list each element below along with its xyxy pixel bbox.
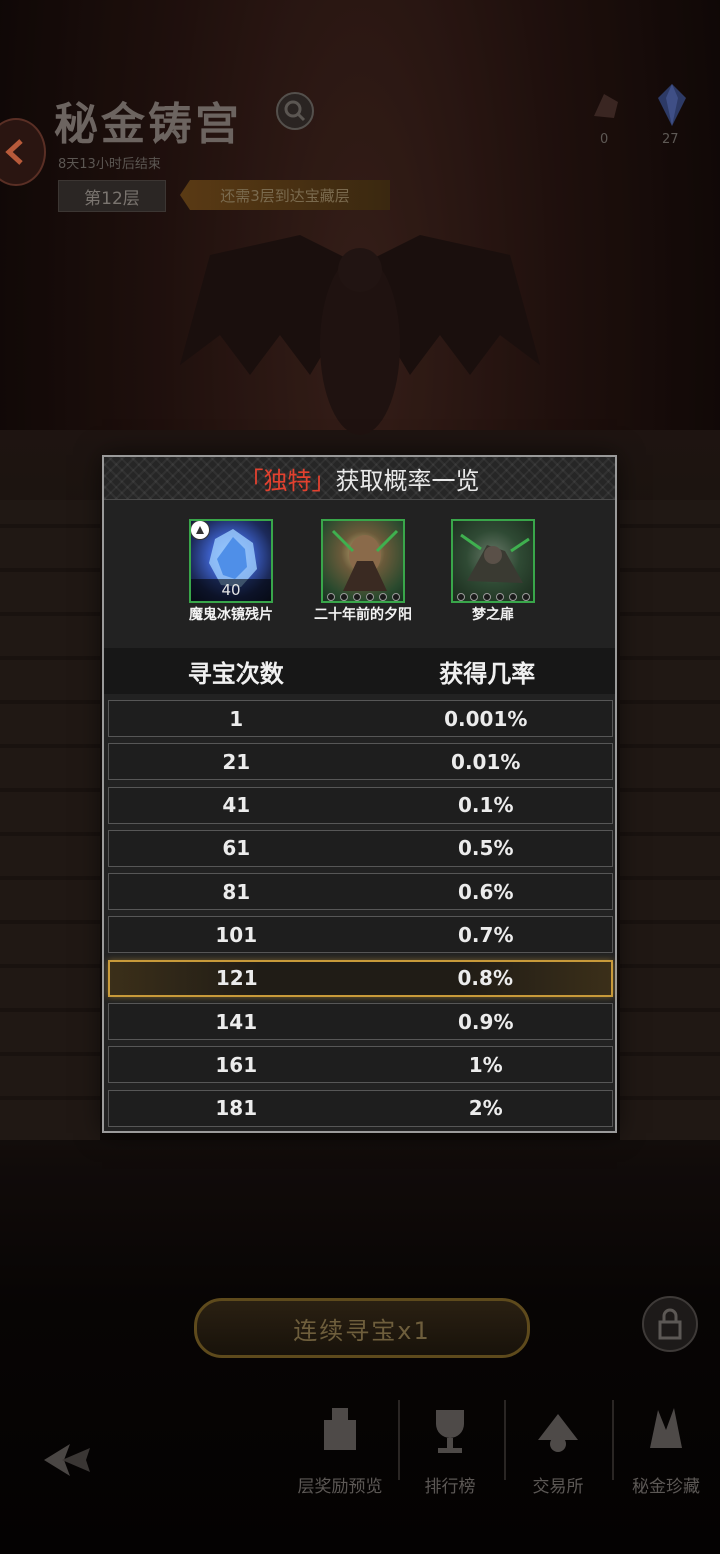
nav-collection[interactable]: 秘金珍藏 bbox=[616, 1400, 716, 1500]
column-header-rate: 获得几率 bbox=[439, 659, 536, 688]
table-row: 21 0.01% bbox=[108, 743, 613, 781]
nav-label: 层奖励预览 bbox=[297, 1477, 383, 1497]
drop-rate: 1% bbox=[468, 1052, 503, 1077]
drop-rate: 2% bbox=[468, 1096, 503, 1121]
hunt-count: 121 bbox=[215, 966, 258, 991]
sunset-card-icon bbox=[331, 529, 399, 591]
nav-divider bbox=[504, 1400, 506, 1480]
drop-rate: 0.5% bbox=[458, 836, 514, 861]
lock-button[interactable] bbox=[642, 1296, 698, 1352]
ore-count: 0 bbox=[600, 132, 609, 147]
table-row: 61 0.5% bbox=[108, 829, 613, 867]
title-highlight: 「独特」 bbox=[239, 466, 336, 495]
page-title: 秘金铸宫 bbox=[54, 99, 242, 150]
search-icon[interactable] bbox=[276, 92, 314, 130]
nav-floor-rewards[interactable]: 层奖励预览 bbox=[290, 1400, 390, 1500]
exchange-icon bbox=[538, 1414, 578, 1452]
table-row: 181 2% bbox=[108, 1089, 613, 1127]
drop-rate: 0.01% bbox=[451, 749, 521, 774]
table-row: 141 0.9% bbox=[108, 1003, 613, 1041]
drop-rate: 0.1% bbox=[458, 793, 514, 818]
drop-rate: 0.9% bbox=[458, 1009, 514, 1034]
hunt-count: 21 bbox=[222, 749, 251, 774]
exit-icon[interactable] bbox=[40, 1438, 94, 1482]
table-row-current: 121 0.8% bbox=[108, 959, 613, 997]
item-frame bbox=[321, 519, 405, 603]
nav-label: 排行榜 bbox=[424, 1477, 476, 1497]
drop-rate: 0.7% bbox=[458, 922, 514, 947]
fragment-badge-icon bbox=[191, 521, 210, 540]
drop-rate: 0.8% bbox=[457, 966, 513, 991]
hunt-count: 181 bbox=[215, 1096, 258, 1121]
item-name: 魔鬼冰镜残片 bbox=[189, 607, 273, 623]
floor-rewards-icon bbox=[324, 1408, 356, 1450]
table-row: 161 1% bbox=[108, 1046, 613, 1084]
table-row: 41 0.1% bbox=[108, 786, 613, 824]
rarity-dots bbox=[323, 593, 403, 601]
reward-items: 40 魔鬼冰镜残片 二十年前的夕阳 梦之扉 bbox=[104, 509, 615, 644]
item-name: 梦之扉 bbox=[472, 607, 514, 623]
drop-rate: 0.6% bbox=[458, 879, 514, 904]
hunt-count: 41 bbox=[222, 793, 251, 818]
reward-item[interactable]: 二十年前的夕阳 bbox=[308, 519, 418, 624]
nav-divider bbox=[612, 1400, 614, 1480]
nav-label: 交易所 bbox=[532, 1477, 584, 1497]
item-quantity: 40 bbox=[191, 579, 271, 601]
nav-leaderboard[interactable]: 排行榜 bbox=[400, 1400, 500, 1500]
hunt-count: 1 bbox=[229, 706, 244, 731]
trophy-icon bbox=[436, 1410, 464, 1453]
item-frame bbox=[451, 519, 535, 603]
table-row: 1 0.001% bbox=[108, 700, 613, 737]
collection-icon bbox=[650, 1408, 682, 1448]
reward-item[interactable]: 梦之扉 bbox=[438, 519, 548, 624]
hunt-count: 161 bbox=[215, 1052, 258, 1077]
event-countdown: 8天13小时后结束 bbox=[58, 157, 161, 172]
crystal-icon[interactable] bbox=[654, 82, 690, 128]
hunt-count: 81 bbox=[222, 879, 251, 904]
probability-table: 1 0.001% 21 0.01% 41 0.1% 61 0.5% 81 0.6% 101… bbox=[108, 700, 613, 1133]
floor-badge: 第12层 bbox=[58, 180, 166, 212]
floor-tip: 还需3层到达宝藏层 bbox=[180, 180, 390, 210]
dream-door-card-icon bbox=[460, 533, 530, 583]
hunt-count: 141 bbox=[215, 1009, 258, 1034]
table-header: 寻宝次数 获得几率 bbox=[104, 648, 615, 694]
title-text: 获取概率一览 bbox=[335, 466, 480, 495]
ore-icon[interactable] bbox=[586, 86, 626, 126]
item-name: 二十年前的夕阳 bbox=[314, 607, 412, 623]
drop-rate: 0.001% bbox=[444, 706, 528, 731]
lock-icon bbox=[658, 1308, 682, 1340]
modal-title: 「独特」 获取概率一览 bbox=[104, 457, 615, 500]
column-header-count: 寻宝次数 bbox=[187, 659, 284, 688]
continuous-treasure-hunt-button[interactable]: 连续寻宝x1 bbox=[194, 1298, 530, 1358]
item-frame: 40 bbox=[189, 519, 273, 603]
rarity-dots bbox=[453, 593, 533, 601]
nav-exchange[interactable]: 交易所 bbox=[508, 1400, 608, 1500]
crystal-count: 27 bbox=[662, 132, 679, 147]
hunt-count: 101 bbox=[215, 922, 258, 947]
nav-label: 秘金珍藏 bbox=[632, 1477, 700, 1497]
back-arrow-icon bbox=[5, 139, 23, 165]
hunt-count: 61 bbox=[222, 836, 251, 861]
table-row: 81 0.6% bbox=[108, 873, 613, 911]
reward-item[interactable]: 40 魔鬼冰镜残片 bbox=[176, 519, 286, 624]
probability-modal: 「独特」 获取概率一览 40 魔鬼冰镜残片 二十年前的夕阳 梦之扉 寻宝次数 获… bbox=[102, 455, 617, 1133]
table-row: 101 0.7% bbox=[108, 916, 613, 954]
